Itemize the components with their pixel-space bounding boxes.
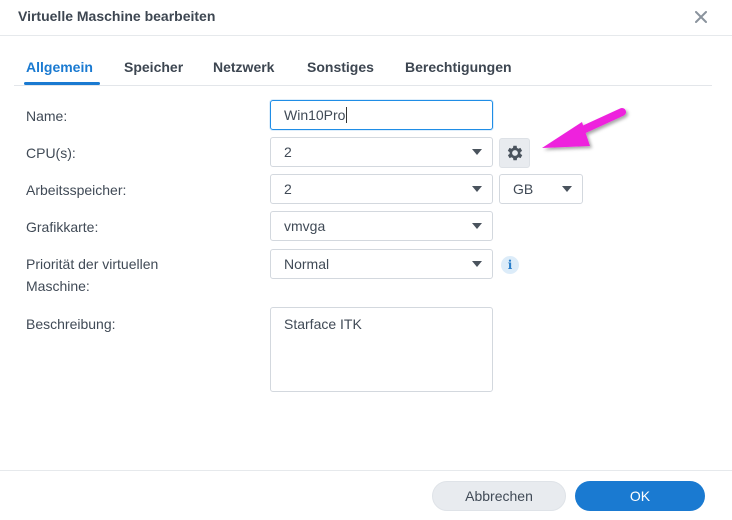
ok-button[interactable]: OK xyxy=(575,481,705,511)
priority-select[interactable]: Normal xyxy=(270,249,493,279)
priority-select-value: Normal xyxy=(284,256,330,272)
dialog-titlebar: Virtuelle Maschine bearbeiten xyxy=(0,0,732,36)
cpu-settings-button[interactable] xyxy=(499,138,530,168)
close-button[interactable] xyxy=(690,6,712,28)
description-textarea[interactable]: Starface ITK xyxy=(270,307,493,392)
tab-speicher[interactable]: Speicher xyxy=(124,59,183,75)
graphics-select-value: vmvga xyxy=(284,218,326,234)
chevron-down-icon xyxy=(472,186,482,192)
dialog-title: Virtuelle Maschine bearbeiten xyxy=(18,8,216,24)
memory-select-value: 2 xyxy=(284,181,292,197)
memory-select[interactable]: 2 xyxy=(270,174,493,204)
chevron-down-icon xyxy=(472,149,482,155)
graphics-label: Grafikkarte: xyxy=(26,219,99,235)
memory-unit-value: GB xyxy=(513,181,534,197)
chevron-down-icon xyxy=(472,223,482,229)
cpu-select-value: 2 xyxy=(284,144,292,160)
annotation-arrow-icon xyxy=(542,108,626,148)
chevron-down-icon xyxy=(472,261,482,267)
cpu-label: CPU(s): xyxy=(26,145,76,161)
name-input-value: Win10Pro xyxy=(284,107,346,123)
memory-label: Arbeitsspeicher: xyxy=(26,182,127,198)
priority-label-line2: Maschine: xyxy=(26,278,90,294)
description-label: Beschreibung: xyxy=(26,316,116,332)
text-cursor xyxy=(346,107,348,123)
memory-unit-select[interactable]: GB xyxy=(499,174,583,204)
cpu-select[interactable]: 2 xyxy=(270,137,493,167)
tab-bar: Allgemein Speicher Netzwerk Sonstiges Be… xyxy=(14,52,712,86)
chevron-down-icon xyxy=(562,186,572,192)
gear-icon xyxy=(507,145,522,161)
close-icon xyxy=(695,11,707,23)
info-icon[interactable]: i xyxy=(501,256,519,274)
tab-allgemein[interactable]: Allgemein xyxy=(26,59,93,75)
tab-netzwerk[interactable]: Netzwerk xyxy=(213,59,274,75)
name-input[interactable]: Win10Pro xyxy=(270,100,493,130)
name-label: Name: xyxy=(26,108,68,124)
graphics-select[interactable]: vmvga xyxy=(270,211,493,241)
priority-label-line1: Priorität der virtuellen xyxy=(26,256,159,272)
cancel-button[interactable]: Abbrechen xyxy=(432,481,566,511)
tab-sonstiges[interactable]: Sonstiges xyxy=(307,59,374,75)
active-tab-indicator xyxy=(24,82,100,85)
tab-berechtigungen[interactable]: Berechtigungen xyxy=(405,59,512,75)
